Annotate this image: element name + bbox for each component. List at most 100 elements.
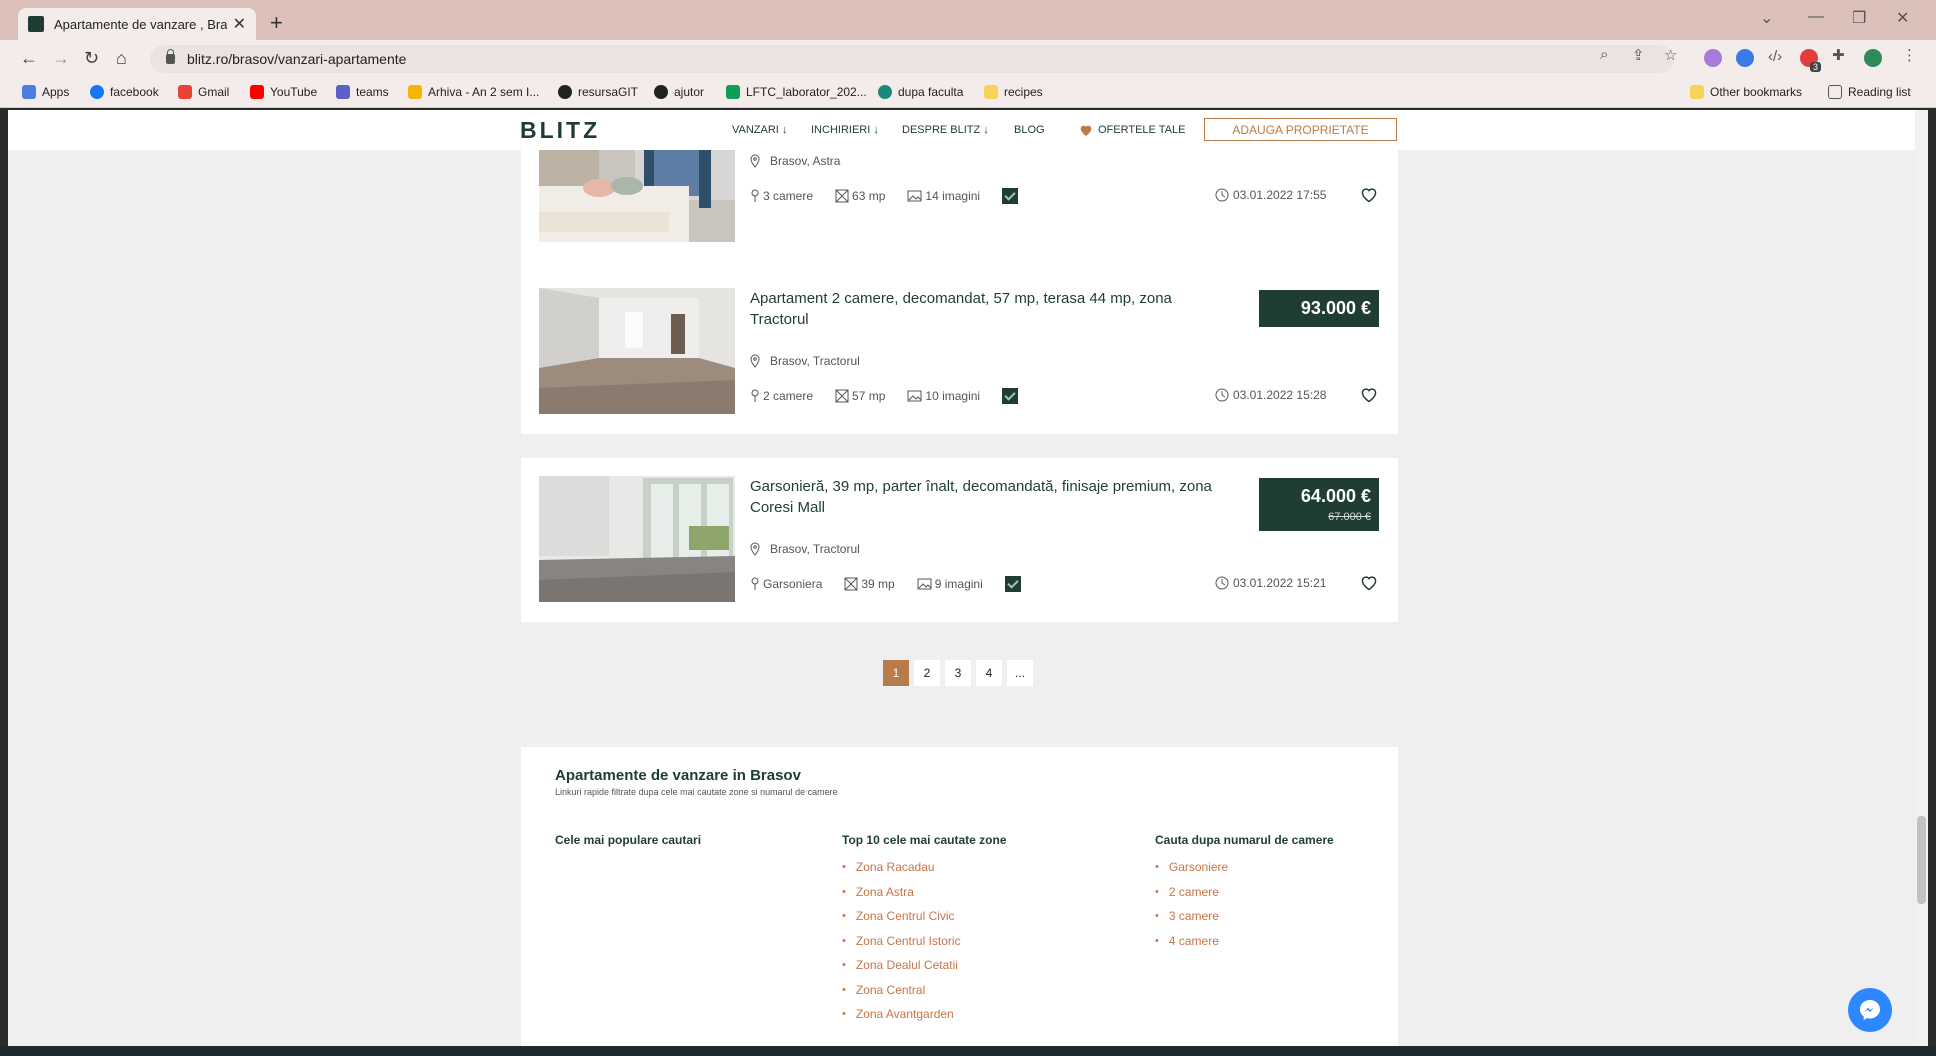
listing-title[interactable]: Apartament 2 camere, decomandat, 57 mp, … <box>750 288 1220 330</box>
devtools-icon[interactable]: ‹/› <box>1768 48 1782 65</box>
nav-blog[interactable]: BLOG <box>1014 124 1045 136</box>
zone-link[interactable]: Zona Central <box>842 978 961 1003</box>
bookmark-recipes[interactable]: recipes <box>984 85 1043 99</box>
clock-icon <box>1215 388 1229 402</box>
bookmark-resursagit[interactable]: resursaGIT <box>558 85 638 99</box>
listing-photo[interactable] <box>539 288 735 414</box>
page-2-button[interactable]: 2 <box>914 660 940 686</box>
page-3-button[interactable]: 3 <box>945 660 971 686</box>
bookmark-gmail[interactable]: Gmail <box>178 85 229 99</box>
page-4-button[interactable]: 4 <box>976 660 1002 686</box>
new-tab-icon[interactable]: + <box>270 10 283 36</box>
site-icon <box>878 85 892 99</box>
listing-card[interactable]: Garsonieră, 39 mp, parter înalt, decoman… <box>521 458 1398 622</box>
nav-despre-blitz[interactable]: DESPRE BLITZ ↓ <box>902 124 989 136</box>
key-icon <box>751 577 759 590</box>
rooms-heading: Cauta dupa numarul de camere <box>1155 833 1334 847</box>
extensions-puzzle-icon[interactable]: ✚ <box>1832 46 1845 64</box>
studio-photo <box>539 476 735 602</box>
area-icon <box>835 189 849 203</box>
home-icon[interactable]: ⌂ <box>116 48 127 69</box>
address-bar[interactable]: blitz.ro/brasov/vanzari-apartamente <box>150 45 1674 73</box>
bookmarks-bar: Apps facebook Gmail YouTube teams Arhiva… <box>0 78 1936 108</box>
scrollbar-thumb[interactable] <box>1917 816 1926 904</box>
rooms-link[interactable]: Garsoniere <box>1155 855 1228 880</box>
rooms-link[interactable]: 4 camere <box>1155 929 1228 954</box>
favorite-heart-icon[interactable] <box>1360 187 1378 203</box>
listing-old-price: 67.000 € <box>1328 511 1371 523</box>
bookmark-teams[interactable]: teams <box>336 85 389 99</box>
reload-icon[interactable]: ↻ <box>84 48 99 69</box>
nav-inchirieri[interactable]: INCHIRIERI ↓ <box>811 124 879 136</box>
listing-features: 3 camere 63 mp 14 imagini <box>750 188 1019 204</box>
sheets-icon <box>726 85 740 99</box>
listing-photo[interactable] <box>539 476 735 602</box>
blitz-logo[interactable]: BLITZ <box>520 117 600 144</box>
bookmark-youtube[interactable]: YouTube <box>250 85 317 99</box>
reading-list[interactable]: Reading list <box>1828 85 1911 99</box>
images-feature: 10 imagini <box>907 389 980 403</box>
zone-link[interactable]: Zona Centrul Civic <box>842 904 961 929</box>
listing-title[interactable]: Garsonieră, 39 mp, parter înalt, decoman… <box>750 476 1220 518</box>
reading-list-icon <box>1828 85 1842 99</box>
close-window-icon[interactable]: ✕ <box>1896 8 1909 28</box>
minimize-icon[interactable]: — <box>1808 8 1824 26</box>
bookmark-apps[interactable]: Apps <box>22 85 69 99</box>
page-more-button[interactable]: ... <box>1007 660 1033 686</box>
youtube-icon <box>250 85 264 99</box>
top-zones-heading: Top 10 cele mai cautate zone <box>842 833 1007 847</box>
extension-pen-icon[interactable] <box>1704 49 1722 67</box>
images-feature: 9 imagini <box>917 577 983 591</box>
verified-check-icon <box>1002 188 1019 204</box>
zone-link[interactable]: Zona Centrul Istoric <box>842 929 961 954</box>
folder-icon <box>1690 85 1704 99</box>
profile-avatar[interactable] <box>1864 49 1882 67</box>
apartment-photo <box>539 288 735 414</box>
zoom-icon[interactable]: ⌕ <box>1600 46 1608 63</box>
bookmark-lftc[interactable]: LFTC_laborator_202... <box>726 85 867 99</box>
bookmark-facebook[interactable]: facebook <box>90 85 159 99</box>
favorite-heart-icon[interactable] <box>1360 387 1378 403</box>
bookmark-arhiva[interactable]: Arhiva - An 2 sem I... <box>408 85 539 99</box>
nav-ofertele-tale[interactable]: OFERTELE TALE <box>1098 124 1185 136</box>
nav-vanzari[interactable]: VANZARI ↓ <box>732 124 787 136</box>
other-bookmarks[interactable]: Other bookmarks <box>1690 85 1802 99</box>
tab-search-icon[interactable]: ⌄ <box>1760 8 1773 28</box>
restore-icon[interactable]: ❐ <box>1852 8 1866 28</box>
rooms-link[interactable]: 2 camere <box>1155 880 1228 905</box>
zone-link[interactable]: Zona Dealul Cetatii <box>842 953 961 978</box>
bookmark-star-icon[interactable]: ☆ <box>1664 46 1677 64</box>
share-icon[interactable]: ⇪ <box>1632 46 1645 64</box>
zone-link[interactable]: Zona Avantgarden <box>842 1002 961 1027</box>
listing-features: 2 camere 57 mp 10 imagini <box>750 388 1019 404</box>
adblock-badge: 3 <box>1810 62 1822 72</box>
area-icon <box>835 389 849 403</box>
page-1-button[interactable]: 1 <box>883 660 909 686</box>
image-icon <box>907 390 922 402</box>
listing-date: 03.01.2022 15:21 <box>1215 576 1326 590</box>
menu-icon[interactable]: ⋮ <box>1902 46 1917 64</box>
forward-icon[interactable]: → <box>52 48 70 69</box>
image-icon <box>907 190 922 202</box>
area-feature: 39 mp <box>844 577 895 591</box>
page-scrollbar[interactable] <box>1915 110 1928 1046</box>
browser-toolbar: ← → ↻ ⌂ blitz.ro/brasov/vanzari-apartame… <box>0 40 1936 78</box>
extension-feather-icon[interactable] <box>1736 49 1754 67</box>
favorite-heart-icon[interactable] <box>1360 575 1378 591</box>
close-tab-icon[interactable]: ✕ <box>233 14 246 34</box>
rooms-link[interactable]: 3 camere <box>1155 904 1228 929</box>
listing-card[interactable]: Apartament 2 camere, decomandat, 57 mp, … <box>521 270 1398 434</box>
rooms-feature: Garsoniera <box>750 577 822 591</box>
zone-link[interactable]: Zona Astra <box>842 880 961 905</box>
bookmark-dupa-faculta[interactable]: dupa faculta <box>878 85 963 99</box>
bookmark-ajutor[interactable]: ajutor <box>654 85 704 99</box>
key-icon <box>751 389 759 402</box>
add-property-button[interactable]: ADAUGA PROPRIETATE <box>1204 118 1397 141</box>
rooms-feature: 2 camere <box>750 389 813 403</box>
browser-tab[interactable]: Apartamente de vanzare , Brasov ✕ <box>18 8 256 40</box>
messenger-chat-button[interactable] <box>1848 988 1892 1032</box>
back-icon[interactable]: ← <box>20 48 38 69</box>
price-tag: 93.000 € <box>1259 290 1379 327</box>
zones-list: Zona Racadau Zona Astra Zona Centrul Civ… <box>842 855 961 1027</box>
zone-link[interactable]: Zona Racadau <box>842 855 961 880</box>
